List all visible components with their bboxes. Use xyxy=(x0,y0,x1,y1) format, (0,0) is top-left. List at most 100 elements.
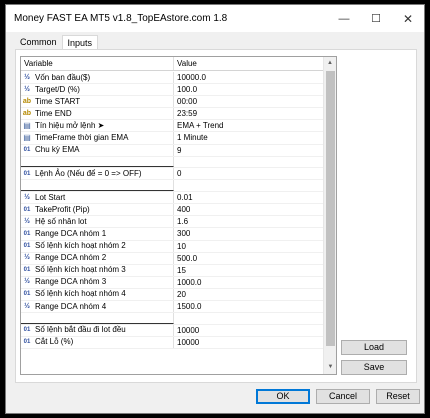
input-row[interactable]: ▤ TimeFrame thời gian EMA 1 Minute xyxy=(21,132,324,145)
cancel-button[interactable]: Cancel xyxy=(316,389,370,404)
reset-button[interactable]: Reset xyxy=(376,389,420,404)
double-type-icon: ½ xyxy=(24,254,30,262)
integer-type-icon: 01 xyxy=(23,327,31,334)
input-row[interactable]: 01 Số lệnh kích hoạt nhóm 4 20 xyxy=(21,288,324,301)
input-row[interactable]: ½ Range DCA nhóm 4 1500.0 xyxy=(21,300,324,314)
variable-name: Tín hiệu mở lệnh ➤ xyxy=(35,120,105,130)
separator-row[interactable]: ______________________ xyxy=(21,156,324,169)
integer-type-icon: 01 xyxy=(23,170,31,177)
variable-cell: 01 Lệnh Ảo (Nếu để = 0 => OFF) xyxy=(21,168,174,180)
input-row[interactable]: 01 Lệnh Ảo (Nếu để = 0 => OFF) 0 xyxy=(21,168,324,181)
value-cell[interactable]: 100.0 xyxy=(174,84,324,95)
double-type-icon: ½ xyxy=(24,193,30,201)
input-row[interactable]: ½ Range DCA nhóm 3 1000.0 xyxy=(21,276,324,289)
value-cell[interactable]: 10000 xyxy=(174,337,324,348)
input-row[interactable]: 01 Số lệnh kích hoạt nhóm 2 10 xyxy=(21,240,324,253)
value-cell[interactable] xyxy=(174,313,324,324)
variable-name: Range DCA nhóm 3 xyxy=(35,277,107,287)
variable-cell: ______________________ xyxy=(21,180,174,192)
separator-row[interactable]: ______________________ xyxy=(21,180,324,193)
value-cell[interactable]: 10 xyxy=(174,241,324,252)
grid-scrollbar[interactable]: ▲ ▼ xyxy=(323,57,336,374)
value-cell[interactable]: 10000.0 xyxy=(174,72,324,83)
variable-name: Time END xyxy=(35,108,72,118)
variable-cell: 01 Chu kỳ EMA xyxy=(21,144,174,156)
value-cell[interactable]: 1 Minute xyxy=(174,132,324,143)
variable-name: TakeProfit (Pip) xyxy=(35,204,90,214)
separator-row[interactable]: ______________________ xyxy=(21,313,324,325)
window-title: Money FAST EA MT5 v1.8_TopEAstore.com 1.… xyxy=(14,13,228,24)
input-row[interactable]: ½ Lot Start 0.01 xyxy=(21,192,324,205)
input-row[interactable]: 01 Chu kỳ EMA 9 xyxy=(21,144,324,157)
value-cell[interactable]: EMA + Trend xyxy=(174,120,324,131)
value-cell[interactable]: 23:59 xyxy=(174,108,324,119)
variable-cell: ½ Hệ số nhân lot xyxy=(21,216,174,228)
close-button[interactable]: ✕ xyxy=(392,5,424,32)
double-type-icon: ½ xyxy=(24,85,30,93)
header-variable[interactable]: Variable xyxy=(21,57,174,70)
ok-button[interactable]: OK xyxy=(256,389,310,404)
inputs-grid: Variable Value ½ Vốn ban đầu($) 10000.0 ½ Ta… xyxy=(20,56,337,375)
input-row[interactable]: 01 TakeProfit (Pip) 400 xyxy=(21,204,324,217)
variable-cell: 01 Số lệnh kích hoạt nhóm 4 xyxy=(21,288,174,300)
variable-cell: ab Time START xyxy=(21,96,174,108)
scroll-up-icon[interactable]: ▲ xyxy=(324,57,336,70)
input-row[interactable]: ½ Target/D (%) 100.0 xyxy=(21,84,324,97)
double-type-icon: ½ xyxy=(24,302,30,310)
value-cell[interactable]: 500.0 xyxy=(174,253,324,264)
enum-type-icon: ▤ xyxy=(23,133,31,143)
scroll-thumb[interactable] xyxy=(326,71,335,346)
input-row[interactable]: ab Time END 23:59 xyxy=(21,108,324,121)
variable-cell: 01 Số lệnh kích hoạt nhóm 2 xyxy=(21,240,174,252)
value-cell[interactable]: 1.6 xyxy=(174,216,324,227)
input-row[interactable]: 01 Số lệnh kích hoạt nhóm 3 15 xyxy=(21,264,324,277)
input-row[interactable]: ½ Hệ số nhân lot 1.6 xyxy=(21,216,324,229)
input-row[interactable]: ▤ Tín hiệu mở lệnh ➤ EMA + Trend xyxy=(21,120,324,133)
tab-common[interactable]: Common xyxy=(15,35,62,49)
double-type-icon: ½ xyxy=(24,217,30,225)
variable-cell: ½ Vốn ban đầu($) xyxy=(21,72,174,84)
input-row[interactable]: ½ Range DCA nhóm 2 500.0 xyxy=(21,252,324,265)
variable-name: Số lệnh kích hoạt nhóm 2 xyxy=(35,241,126,251)
string-type-icon: ab xyxy=(22,97,32,105)
variable-cell: ½ Range DCA nhóm 2 xyxy=(21,252,174,264)
value-cell[interactable]: 00:00 xyxy=(174,96,324,107)
variable-cell: 01 TakeProfit (Pip) xyxy=(21,204,174,216)
double-type-icon: ½ xyxy=(24,73,30,81)
value-cell[interactable]: 20 xyxy=(174,289,324,300)
load-button[interactable]: Load xyxy=(341,340,407,355)
value-cell[interactable]: 0.01 xyxy=(174,192,324,203)
value-cell[interactable]: 400 xyxy=(174,204,324,215)
scroll-down-icon[interactable]: ▼ xyxy=(324,361,336,374)
variable-cell: ab Time END xyxy=(21,108,174,120)
value-cell[interactable] xyxy=(174,157,324,168)
variable-cell: ▤ TimeFrame thời gian EMA xyxy=(21,132,174,144)
value-cell[interactable]: 10000 xyxy=(174,325,324,336)
variable-name: Time START xyxy=(35,96,81,106)
input-row[interactable]: 01 Số lệnh bắt đầu đi lot đều 10000 xyxy=(21,324,324,337)
value-cell[interactable]: 0 xyxy=(174,168,324,179)
minimize-button[interactable]: — xyxy=(328,5,360,32)
variable-name: Lot Start xyxy=(35,192,66,202)
maximize-button[interactable]: ☐ xyxy=(360,5,392,32)
save-button[interactable]: Save xyxy=(341,360,407,375)
value-cell[interactable]: 1500.0 xyxy=(174,301,324,312)
variable-name: Range DCA nhóm 1 xyxy=(35,228,107,238)
input-row[interactable]: ½ Vốn ban đầu($) 10000.0 xyxy=(21,72,324,85)
value-cell[interactable]: 300 xyxy=(174,228,324,239)
variable-name: Range DCA nhóm 4 xyxy=(35,301,107,311)
variable-name: Lệnh Ảo (Nếu để = 0 => OFF) xyxy=(35,168,142,178)
tab-inputs[interactable]: Inputs xyxy=(61,35,99,49)
value-cell[interactable]: 15 xyxy=(174,265,324,276)
value-cell[interactable]: 9 xyxy=(174,145,324,156)
header-value[interactable]: Value xyxy=(174,57,324,70)
variable-cell: ½ Range DCA nhóm 4 xyxy=(21,300,174,313)
input-row[interactable]: 01 Range DCA nhóm 1 300 xyxy=(21,228,324,241)
input-row[interactable]: 01 Cắt Lỗ (%) 10000 xyxy=(21,336,324,349)
input-row[interactable]: ab Time START 00:00 xyxy=(21,96,324,109)
value-cell[interactable] xyxy=(174,180,324,191)
variable-name: Hệ số nhân lot xyxy=(35,216,87,226)
variable-cell: ______________________ xyxy=(21,156,174,168)
value-cell[interactable]: 1000.0 xyxy=(174,277,324,288)
variable-cell: ½ Range DCA nhóm 3 xyxy=(21,276,174,288)
